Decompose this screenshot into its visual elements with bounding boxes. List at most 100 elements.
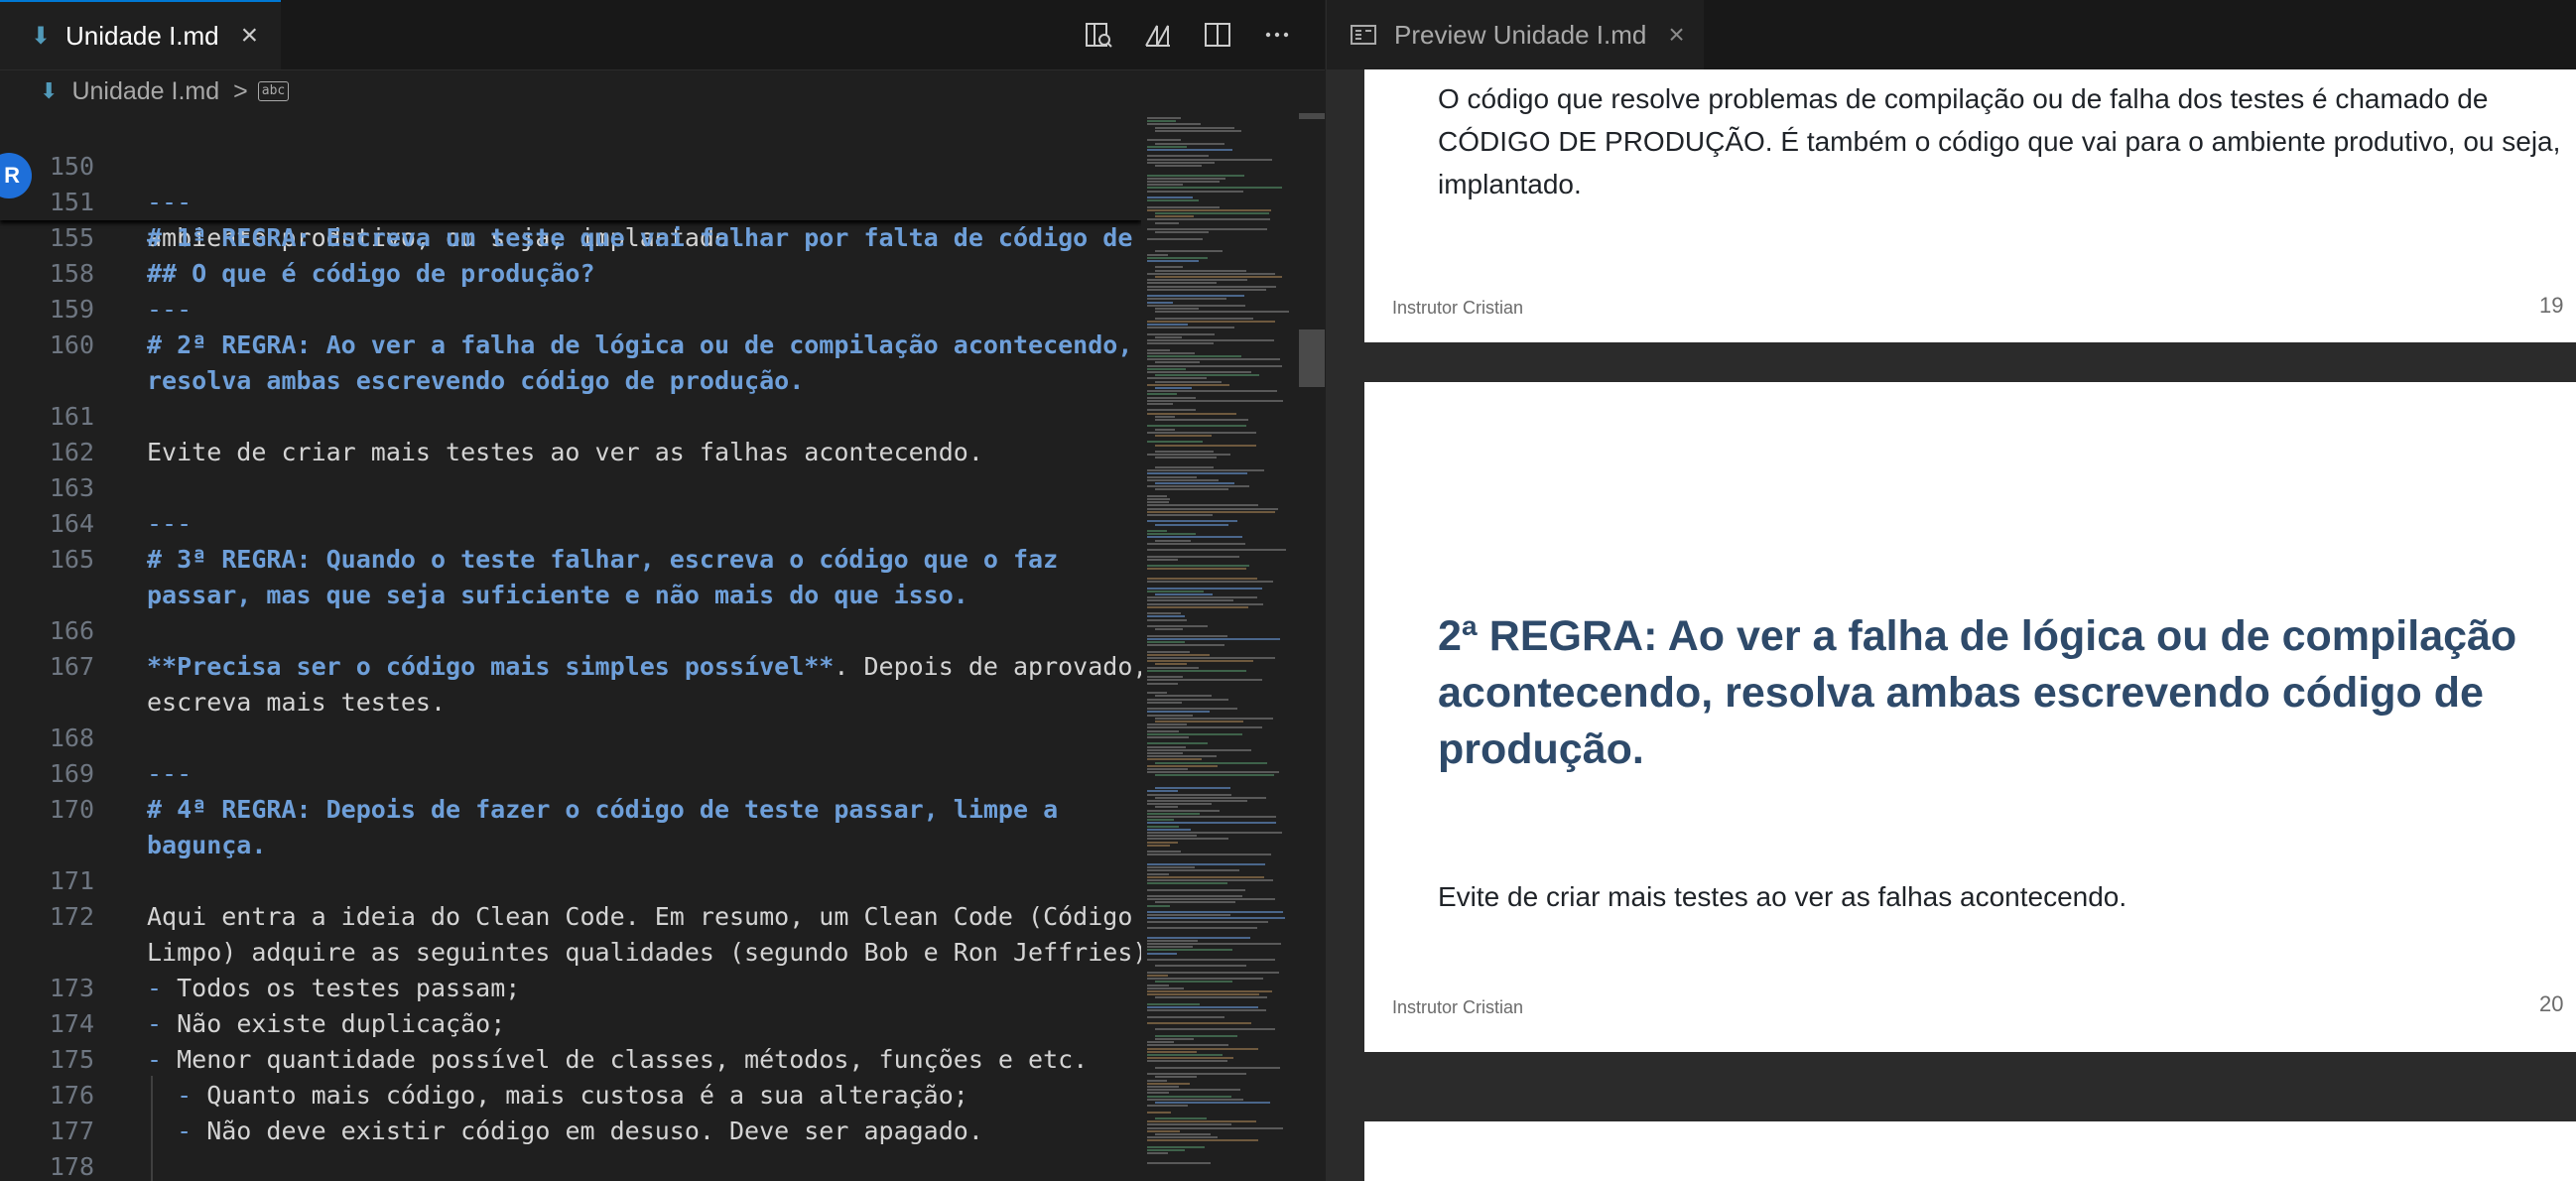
minimap-line [1147,472,1247,475]
open-preview-to-side-button[interactable] [1081,17,1116,53]
minimap-line [1147,149,1232,151]
minimap-line [1147,1152,1168,1155]
minimap-line [1147,485,1250,488]
minimap-line [1147,793,1232,796]
minimap-line [1147,120,1177,123]
minimap-line [1147,1060,1228,1063]
minimap-line [1147,917,1285,920]
code-text: escreva mais testes. [147,688,447,717]
minimap-line [1147,657,1275,659]
minimap-line [1147,726,1263,729]
minimap-line [1155,428,1176,431]
minimap-line [1147,409,1197,412]
minimap-line [1155,539,1192,542]
line-number: 176 [49,1081,94,1110]
minimap-line [1155,593,1213,595]
minimap-line [1147,1057,1234,1060]
minimap-line [1147,732,1243,735]
minimap-line [1155,221,1180,224]
line-number: 178 [49,1152,94,1181]
minimap-line [1147,920,1268,923]
list-bullet: - [147,1116,193,1145]
minimap-line [1155,1066,1280,1069]
line-number: 173 [49,974,94,1002]
tab-unidade-md[interactable]: ⬇ Unidade I.md × [0,0,281,69]
minimap-line [1147,228,1268,230]
minimap-line [1147,911,1284,913]
minimap-line [1147,568,1246,571]
minimap-line [1147,510,1275,513]
minimap-line [1147,959,1275,961]
slides-viewport[interactable]: O código que resolve problemas de compil… [1327,69,2576,1181]
minimap-line [1147,358,1280,361]
minimap-line [1147,1082,1190,1085]
line-number: 175 [49,1045,94,1074]
minimap-line [1147,1129,1181,1132]
minimap-line [1147,558,1179,561]
line-number: 166 [49,616,94,645]
minimap-line [1147,729,1179,732]
minimap-line [1147,1089,1241,1092]
minimap-line [1147,320,1275,323]
minimap-line [1147,1111,1172,1114]
minimap-line [1155,269,1247,272]
code-text: - Não deve existir código em desuso. Dev… [147,1114,983,1149]
minimap-line [1147,1073,1246,1076]
minimap-line [1147,454,1230,457]
vertical-scrollbar[interactable] [1298,113,1325,1181]
bold-text: **Precisa ser o código mais simples poss… [147,652,835,681]
code-text: **Precisa ser o código mais simples poss… [147,649,1141,685]
minimap-line [1147,208,1271,211]
minimap-line [1147,256,1208,259]
minimap-line [1147,174,1244,177]
breadcrumb-symbol[interactable]: abc [257,81,290,101]
slide-paragraph: Evite de criar mais testes ao ver as fal… [1438,881,2127,912]
minimap-line [1155,435,1213,437]
slide-paragraph-line: CÓDIGO DE PRODUÇÃO. É também o código qu… [1438,126,2561,157]
minimap[interactable] [1141,113,1300,1181]
minimap-line [1147,711,1210,714]
more-actions-button[interactable] [1259,17,1295,53]
minimap-line [1147,838,1229,841]
line-number: 160 [49,330,94,359]
list-bullet: - [147,1045,163,1074]
minimap-line [1147,123,1202,126]
minimap-line [1147,205,1220,208]
minimap-line [1147,364,1282,367]
split-editor-button[interactable] [1200,17,1235,53]
minimap-line [1147,253,1168,256]
minimap-line [1147,914,1231,917]
minimap-line [1147,371,1251,373]
minimap-line [1147,1105,1188,1108]
minimap-line [1147,478,1219,481]
minimap-line [1147,882,1228,885]
minimap-line [1155,761,1268,764]
minimap-line [1147,475,1198,478]
list-bullet: - [147,1009,163,1038]
minimap-line [1147,602,1264,605]
slide-page-number: 20 [2539,991,2564,1016]
code-text: - Não existe duplicação; [147,1006,505,1042]
minimap-line [1147,1149,1186,1151]
minimap-line [1147,1086,1180,1088]
minimap-line [1155,996,1267,999]
minimap-line [1155,231,1209,234]
close-icon[interactable]: × [241,19,259,53]
minimap-line [1147,605,1249,608]
minimap-line [1147,946,1194,949]
minimap-line [1147,863,1265,865]
tab-preview[interactable]: Preview Unidade I.md × [1327,0,1704,69]
minimap-line [1147,723,1188,726]
minimap-line [1155,212,1270,214]
sticky-line[interactable]: 150 --- [0,113,192,216]
scrollbar-thumb[interactable] [1299,329,1325,387]
close-icon[interactable]: × [1668,19,1684,51]
minimap-line [1155,488,1229,491]
minimap-line [1147,825,1180,828]
breadcrumb-file[interactable]: Unidade I.md [71,77,219,106]
code-editor[interactable]: 150 --- 151 # 1ª REGRA: Escreva um teste… [0,113,1141,1181]
minimap-line [1155,523,1228,526]
sticky-scroll-header[interactable]: 150 --- 151 # 1ª REGRA: Escreva um teste… [0,113,1141,288]
marp-command-button[interactable] [1140,17,1176,53]
minimap-line [1155,482,1234,484]
